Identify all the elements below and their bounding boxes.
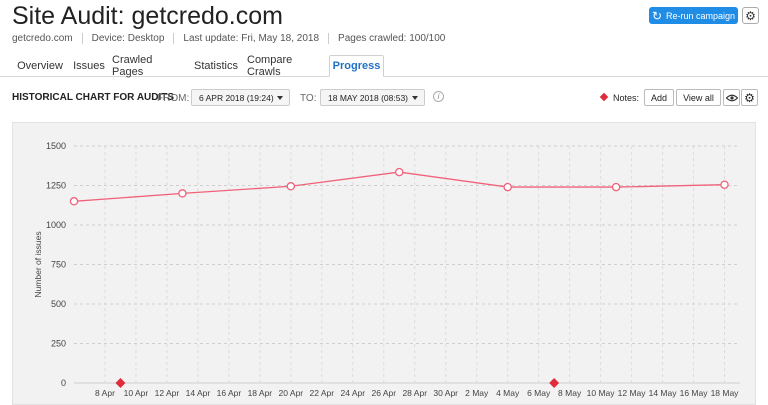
to-date-dropdown[interactable]: 18 MAY 2018 (08:53) — [320, 89, 425, 106]
gear-icon: ⚙ — [744, 90, 755, 105]
notes-marker-icon — [599, 92, 609, 102]
refresh-icon: ↻ — [651, 8, 662, 23]
tab-bar: Overview Issues Crawled Pages Statistics… — [0, 54, 768, 78]
page-title: Site Audit: getcredo.com — [12, 2, 283, 30]
from-label: FROM: — [157, 93, 190, 104]
tab-issues[interactable]: Issues — [71, 55, 107, 76]
info-icon[interactable]: i — [433, 91, 444, 102]
meta-last-update: Last update: Fri, May 18, 2018 — [173, 33, 328, 44]
chart-panel — [12, 122, 756, 405]
meta-device: Device: Desktop — [81, 33, 174, 44]
rerun-campaign-label: Re-run campaign — [666, 10, 736, 21]
meta-pages-crawled: Pages crawled: 100/100 — [328, 33, 454, 44]
from-date-value: 6 APR 2018 (19:24) — [199, 92, 274, 103]
from-date-dropdown[interactable]: 6 APR 2018 (19:24) — [191, 89, 290, 106]
visibility-button[interactable] — [723, 89, 740, 106]
view-all-notes-button[interactable]: View all — [676, 89, 721, 106]
tab-crawled-pages[interactable]: Crawled Pages — [112, 54, 186, 78]
tab-progress[interactable]: Progress — [329, 55, 384, 77]
chevron-down-icon — [277, 96, 283, 100]
eye-icon — [725, 94, 738, 101]
to-label: TO: — [300, 93, 317, 104]
tab-compare-crawls[interactable]: Compare Crawls — [247, 54, 323, 78]
tab-statistics[interactable]: Statistics — [191, 55, 241, 76]
chevron-down-icon — [412, 96, 418, 100]
notes-label: Notes: — [613, 93, 640, 103]
chart-settings-button[interactable]: ⚙ — [741, 89, 758, 106]
historical-chart-title: HISTORICAL CHART FOR AUDITS — [12, 92, 175, 103]
to-date-value: 18 MAY 2018 (08:53) — [328, 92, 409, 103]
audit-meta: getcredo.com Device: Desktop Last update… — [12, 33, 454, 44]
gear-icon: ⚙ — [745, 8, 756, 23]
tab-overview[interactable]: Overview — [11, 55, 69, 76]
rerun-campaign-button[interactable]: ↻ Re-run campaign — [649, 7, 738, 24]
meta-domain: getcredo.com — [12, 33, 73, 44]
filter-bar: HISTORICAL CHART FOR AUDITS FROM: 6 APR … — [0, 87, 768, 109]
settings-button[interactable]: ⚙ — [742, 7, 759, 24]
add-note-button[interactable]: Add — [644, 89, 674, 106]
